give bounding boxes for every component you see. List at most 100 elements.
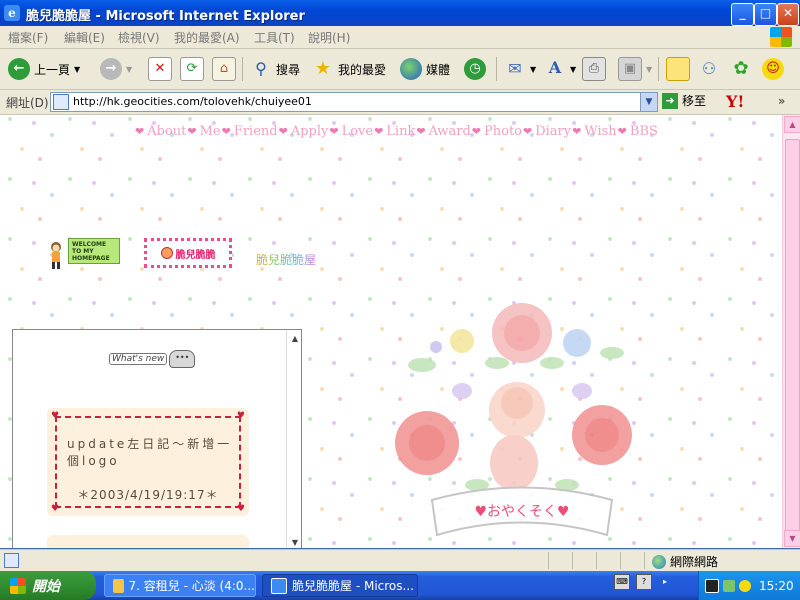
nav-link-diary[interactable]: ❤ Diary (522, 124, 571, 139)
mail-dropdown-icon[interactable]: ▼ (530, 65, 536, 74)
nav-link-label: Me (199, 124, 221, 139)
scroll-thumb[interactable] (785, 139, 800, 546)
font-icon: A (548, 58, 562, 77)
maximize-button[interactable]: □ (754, 3, 777, 26)
scroll-down-icon[interactable]: ▼ (292, 538, 298, 547)
taskbar-item[interactable]: 7. 容租兒 - 心淡 (4:0... (104, 574, 256, 597)
address-label: 網址(D) (6, 96, 49, 110)
tray-smiley-icon[interactable] (739, 579, 751, 592)
note-text: update左日記～新增一個logo (67, 437, 233, 468)
tray-network-icon[interactable] (723, 579, 735, 592)
menu-file[interactable]: 檔案(F) (8, 29, 48, 46)
nav-link-friend[interactable]: ❤ Friend (221, 124, 278, 139)
language-options-icon[interactable]: ▸ (658, 575, 672, 589)
messenger-button[interactable]: ⚇ (698, 56, 720, 82)
refresh-icon: ⟳ (180, 57, 204, 81)
start-button[interactable]: 開始 (0, 571, 96, 600)
refresh-button[interactable]: ⟳ (180, 56, 204, 82)
address-input[interactable]: http://hk.geocities.com/tolovehk/chuiyee… (50, 92, 658, 112)
nav-link-apply[interactable]: ❤ Apply (278, 124, 329, 139)
nav-link-label: Love (341, 124, 374, 139)
tray-app-icon[interactable] (705, 578, 719, 593)
menu-favorites[interactable]: 我的最愛(A) (174, 29, 240, 46)
girl-icon (51, 242, 61, 269)
favorites-label: 我的最愛 (338, 62, 387, 77)
status-divider (548, 552, 549, 569)
toolbar-more-button[interactable]: » (778, 94, 785, 108)
heart-icon: ❤ (187, 125, 197, 138)
nav-link-bbs[interactable]: ❤ BBS (617, 124, 658, 139)
language-bar[interactable]: ⌨ ? ▸ (614, 574, 672, 590)
back-button[interactable]: ← 上一頁 ▼ (8, 56, 80, 82)
search-button[interactable]: ⚲ 搜尋 (250, 56, 300, 82)
nav-link-label: BBS (629, 124, 658, 139)
stop-button[interactable]: ✕ (148, 56, 172, 82)
heart-icon: ❤ (135, 125, 145, 138)
chat-app-icon (113, 578, 124, 593)
nav-link-wish[interactable]: ❤ Wish (571, 124, 617, 139)
back-arrow-icon: ← (8, 58, 30, 80)
forward-button[interactable]: → ▼ (100, 56, 132, 82)
mail-button[interactable]: ✉ ▼ (504, 56, 536, 82)
media-button[interactable]: 媒體 (400, 56, 450, 82)
nav-link-link[interactable]: ❤ Link (373, 124, 415, 139)
page-status-icon (4, 553, 19, 568)
rose-bouquet-image: ♥おやくそく♥ (395, 303, 632, 537)
security-zone: 網際網路 (652, 553, 718, 570)
heart-icon: ❤ (329, 125, 339, 138)
discuss-button[interactable] (666, 56, 690, 82)
help-icon[interactable]: ? (636, 574, 652, 590)
back-dropdown-icon[interactable]: ▼ (74, 65, 80, 74)
nav-link-me[interactable]: ❤ Me (186, 124, 220, 139)
menu-help[interactable]: 說明(H) (308, 29, 350, 46)
yahoo-messenger-button[interactable]: ☺ (762, 56, 784, 82)
taskbar: 開始 7. 容租兒 - 心淡 (4:0... 脆兒脆脆屋 - Micros...… (0, 571, 800, 600)
scroll-down-button[interactable]: ▼ (784, 530, 800, 547)
go-button[interactable]: ➜ 移至 (662, 92, 706, 109)
frame-scrollbar[interactable]: ▲ ▼ (286, 330, 301, 548)
menu-edit[interactable]: 編輯(E) (64, 29, 105, 46)
home-button[interactable]: ⌂ (212, 56, 236, 82)
rainbow-title: 脆兒脆脆屋 (256, 253, 317, 267)
minimize-button[interactable]: _ (731, 3, 754, 26)
nav-link-photo[interactable]: ❤ Photo (471, 124, 522, 139)
menu-tools[interactable]: 工具(T) (254, 29, 295, 46)
keyboard-icon[interactable]: ⌨ (614, 574, 630, 590)
title-bar: e 脆兒脆脆屋 - Microsoft Internet Explorer _ … (0, 0, 800, 26)
nav-link-love[interactable]: ❤ Love (328, 124, 373, 139)
windows-logo-icon (770, 27, 792, 47)
news-frame[interactable]: What's new ••• ♥ ♥ ♥ ♥ update左日記～新增一個log… (12, 329, 302, 548)
nav-link-about[interactable]: ❤ About (134, 124, 186, 139)
girl-face-icon (160, 247, 173, 259)
print-button[interactable]: ⎙ (582, 56, 606, 82)
favorites-button[interactable]: ★ 我的最愛 (312, 56, 386, 82)
clock[interactable]: 15:20 (759, 579, 794, 593)
nav-link-award[interactable]: ❤ Award (415, 124, 470, 139)
font-size-button[interactable]: A ▼ (544, 56, 576, 82)
menu-bar: 檔案(F) 編輯(E) 檢視(V) 我的最愛(A) 工具(T) 說明(H) (0, 26, 800, 49)
taskbar-item-active[interactable]: 脆兒脆脆屋 - Micros... (262, 574, 418, 597)
stop-icon: ✕ (148, 57, 172, 81)
back-label: 上一頁 (34, 62, 71, 77)
nav-link-label: About (147, 124, 187, 139)
scroll-up-button[interactable]: ▲ (784, 116, 800, 133)
logo-text: 脆兒脆脆 (175, 249, 216, 261)
edit-dropdown-icon[interactable]: ▼ (646, 65, 652, 74)
nav-link-label: Wish (584, 124, 617, 139)
close-button[interactable]: ✕ (777, 3, 799, 26)
yahoo-button[interactable]: Y! (726, 92, 744, 111)
search-icon: ⚲ (255, 59, 267, 78)
font-dropdown-icon[interactable]: ▼ (570, 65, 576, 74)
history-button[interactable]: ◷ (464, 56, 486, 82)
menu-view[interactable]: 檢視(V) (118, 29, 160, 46)
address-url[interactable]: http://hk.geocities.com/tolovehk/chuiyee… (73, 95, 312, 108)
forward-arrow-icon: → (100, 58, 122, 80)
web-page: ❤ About ❤ Me ❤ Friend ❤ Apply ❤ Love ❤ Link ❤ Award ❤ P… (0, 115, 782, 548)
address-dropdown-icon[interactable]: ▼ (640, 93, 657, 111)
scroll-up-icon[interactable]: ▲ (292, 334, 298, 343)
mail-icon: ✉ (508, 59, 522, 78)
edit-button[interactable]: ▣ ▼ (618, 56, 652, 82)
page-scrollbar[interactable]: ▲ ▼ (782, 115, 800, 548)
forward-dropdown-icon[interactable]: ▼ (126, 65, 132, 74)
icq-button[interactable]: ✿ (730, 56, 752, 82)
